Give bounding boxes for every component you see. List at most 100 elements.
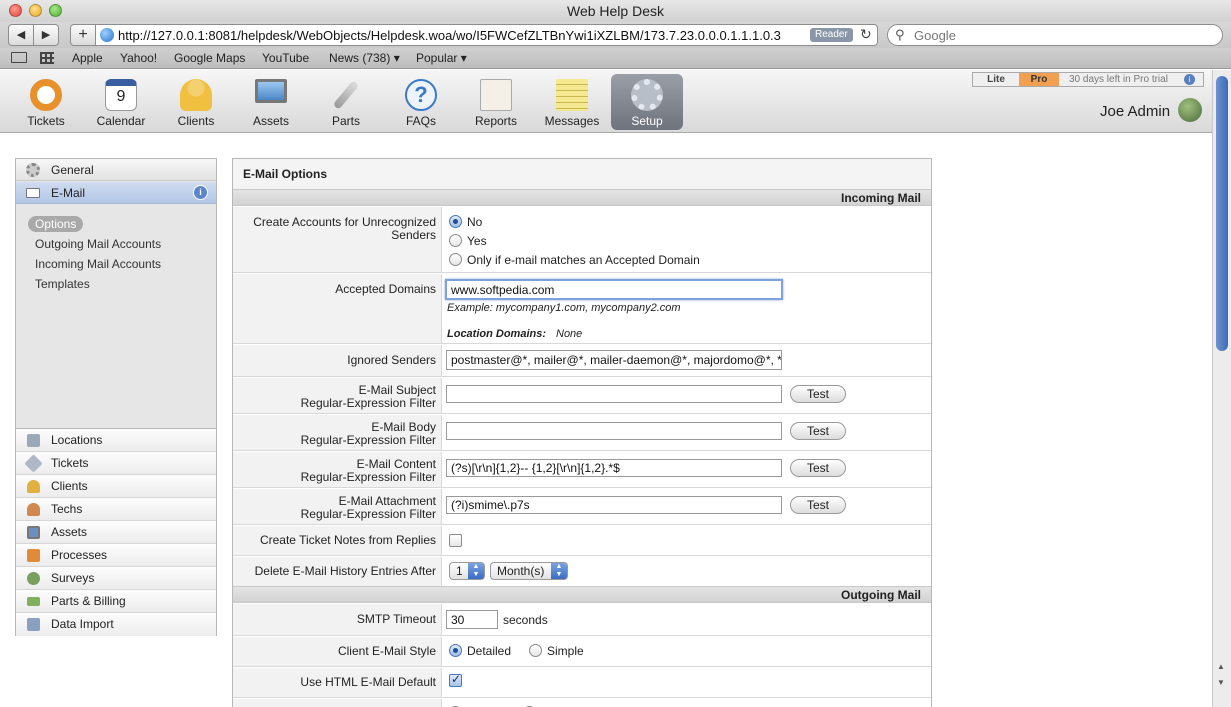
envelope-icon xyxy=(26,188,40,198)
delete-history-count-value: 1 xyxy=(456,564,463,578)
back-button[interactable]: ◀ xyxy=(8,24,34,46)
reload-icon[interactable]: ↻ xyxy=(860,26,872,43)
html-default-row: Use HTML E-Mail Default xyxy=(233,668,931,698)
nav-messages[interactable]: Messages xyxy=(537,70,607,132)
attachment-filter-test-button[interactable]: Test xyxy=(790,496,846,514)
forward-button[interactable]: ▶ xyxy=(33,24,59,46)
sidebar-item-label: Techs xyxy=(51,502,83,516)
content-filter-sublabel: Regular-Expression Filter xyxy=(300,470,436,484)
sidebar-subitem-incoming-accounts[interactable]: Incoming Mail Accounts xyxy=(35,257,161,271)
create-accounts-no-label: No xyxy=(467,215,483,229)
create-accounts-yes-radio[interactable] xyxy=(449,234,462,247)
row-label-cell: E-Mail Content Regular-Expression Filter xyxy=(233,452,442,487)
bookmark-yahoo[interactable]: Yahoo! xyxy=(120,51,157,65)
subject-filter-input[interactable] xyxy=(446,385,782,403)
search-field[interactable]: ⚲ Google xyxy=(887,24,1223,46)
sidebar-item-tickets[interactable]: Tickets xyxy=(16,452,216,475)
bookmark-apple[interactable]: Apple xyxy=(72,51,103,65)
sidebar-item-locations[interactable]: Locations xyxy=(16,429,216,452)
sidebar-subitem-options[interactable]: Options xyxy=(28,216,84,232)
row-label-cell: E-Mail Body Regular-Expression Filter xyxy=(233,415,442,450)
sidebar-item-techs[interactable]: Techs xyxy=(16,498,216,521)
nav-faqs[interactable]: ? FAQs xyxy=(386,70,456,132)
location-domains-label: Location Domains: xyxy=(447,328,547,340)
sidebar-item-data-import[interactable]: Data Import xyxy=(16,613,216,636)
delete-history-row: Delete E-Mail History Entries After 1 ▲ ▼… xyxy=(233,557,931,587)
address-bar[interactable]: http://127.0.0.1:8081/helpdesk/WebObject… xyxy=(95,24,878,46)
sidebar-subitem-outgoing-accounts[interactable]: Outgoing Mail Accounts xyxy=(35,237,161,251)
sidebar-item-parts-billing[interactable]: Parts & Billing xyxy=(16,590,216,613)
reading-list-icon[interactable] xyxy=(11,52,27,63)
client-style-label: Client E-Mail Style xyxy=(337,644,436,658)
ignored-senders-input[interactable]: postmaster@*, mailer@*, mailer-daemon@*,… xyxy=(446,350,782,370)
client-style-detailed-radio[interactable] xyxy=(449,644,462,657)
nav-label: Parts xyxy=(331,114,360,128)
nav-setup[interactable]: Setup xyxy=(611,74,683,130)
subject-filter-test-button[interactable]: Test xyxy=(790,385,846,403)
nav-calendar[interactable]: 9 Calendar xyxy=(86,70,156,132)
wrench-icon xyxy=(332,80,360,110)
nav-assets[interactable]: Assets xyxy=(236,70,306,132)
zoom-window-button[interactable] xyxy=(49,4,62,17)
pro-edition-tab[interactable]: Pro xyxy=(1019,73,1059,86)
body-filter-test-button[interactable]: Test xyxy=(790,422,846,440)
ticket-notes-checkbox[interactable] xyxy=(449,534,462,547)
scrollbar-thumb[interactable] xyxy=(1216,76,1228,351)
minimize-window-button[interactable] xyxy=(29,4,42,17)
bookmark-youtube[interactable]: YouTube xyxy=(262,51,309,65)
body-filter-input[interactable] xyxy=(446,422,782,440)
bookmark-news[interactable]: News (738) ▾ xyxy=(329,51,400,65)
tech-icon xyxy=(27,503,40,516)
content-filter-test-button[interactable]: Test xyxy=(790,459,846,477)
create-accounts-no-radio[interactable] xyxy=(449,215,462,228)
accepted-domains-example: Example: mycompany1.com, mycompany2.com xyxy=(447,302,681,314)
content-filter-input[interactable]: (?s)[\r\n]{1,2}-- {1,2}[\r\n]{1,2}.*$ xyxy=(446,459,782,477)
nav-parts[interactable]: Parts xyxy=(311,70,381,132)
info-icon[interactable]: i xyxy=(193,185,208,200)
page-scrollbar[interactable]: ▲ ▼ xyxy=(1212,70,1231,707)
smtp-timeout-input[interactable]: 30 xyxy=(446,610,498,629)
add-bookmark-button[interactable]: + xyxy=(70,24,96,46)
sidebar-item-assets[interactable]: Assets xyxy=(16,521,216,544)
url-text[interactable]: http://127.0.0.1:8081/helpdesk/WebObject… xyxy=(118,28,808,43)
client-style-row: Client E-Mail Style Detailed Simple xyxy=(233,637,931,667)
sidebar-item-email[interactable]: E-Mail i xyxy=(16,182,216,204)
client-style-simple-radio[interactable] xyxy=(529,644,542,657)
scroll-up-arrow-icon[interactable]: ▲ xyxy=(1217,662,1225,671)
person-icon xyxy=(27,480,40,493)
client-style-detailed-label: Detailed xyxy=(467,644,512,658)
sidebar-item-clients[interactable]: Clients xyxy=(16,475,216,498)
bookmark-popular[interactable]: Popular ▾ xyxy=(416,51,467,65)
close-window-button[interactable] xyxy=(9,4,22,17)
info-icon[interactable]: i xyxy=(1184,74,1195,85)
delete-history-count-select[interactable]: 1 ▲ ▼ xyxy=(449,562,485,580)
scroll-down-arrow-icon[interactable]: ▼ xyxy=(1217,678,1225,687)
delete-history-unit-select[interactable]: Month(s) ▲ ▼ xyxy=(490,562,568,580)
sidebar-item-processes[interactable]: Processes xyxy=(16,544,216,567)
row-label-cell: Delete E-Mail History Entries After xyxy=(233,557,442,586)
top-sites-icon[interactable] xyxy=(40,52,54,64)
user-name: Joe Admin xyxy=(1100,103,1171,120)
smtp-timeout-row: SMTP Timeout 30 seconds xyxy=(233,604,931,636)
accepted-domains-input[interactable]: www.softpedia.com xyxy=(445,279,783,300)
sidebar-item-surveys[interactable]: Surveys xyxy=(16,567,216,590)
create-accounts-domain-label: Only if e-mail matches an Accepted Domai… xyxy=(467,253,700,267)
nav-tickets[interactable]: Tickets xyxy=(11,70,81,132)
nav-reports[interactable]: Reports xyxy=(461,70,531,132)
attachment-filter-input[interactable]: (?i)smime\.p7s xyxy=(446,496,782,514)
html-default-checkbox[interactable] xyxy=(449,672,462,687)
note-icon xyxy=(556,79,588,111)
sidebar-item-label: Processes xyxy=(51,548,108,562)
logout-icon[interactable] xyxy=(1178,98,1202,122)
create-accounts-domain-radio[interactable] xyxy=(449,253,462,266)
tag-icon xyxy=(24,454,43,473)
nav-label: Tickets xyxy=(27,114,65,128)
lite-edition-tab[interactable]: Lite xyxy=(973,73,1019,86)
sidebar-subitem-templates[interactable]: Templates xyxy=(35,277,90,291)
sidebar-item-general[interactable]: General xyxy=(16,159,216,181)
bookmark-google-maps[interactable]: Google Maps xyxy=(174,51,245,65)
reader-button[interactable]: Reader xyxy=(810,28,853,42)
nav-clients[interactable]: Clients xyxy=(161,70,231,132)
delete-history-label: Delete E-Mail History Entries After xyxy=(254,564,436,578)
nav-label: Assets xyxy=(252,114,289,128)
